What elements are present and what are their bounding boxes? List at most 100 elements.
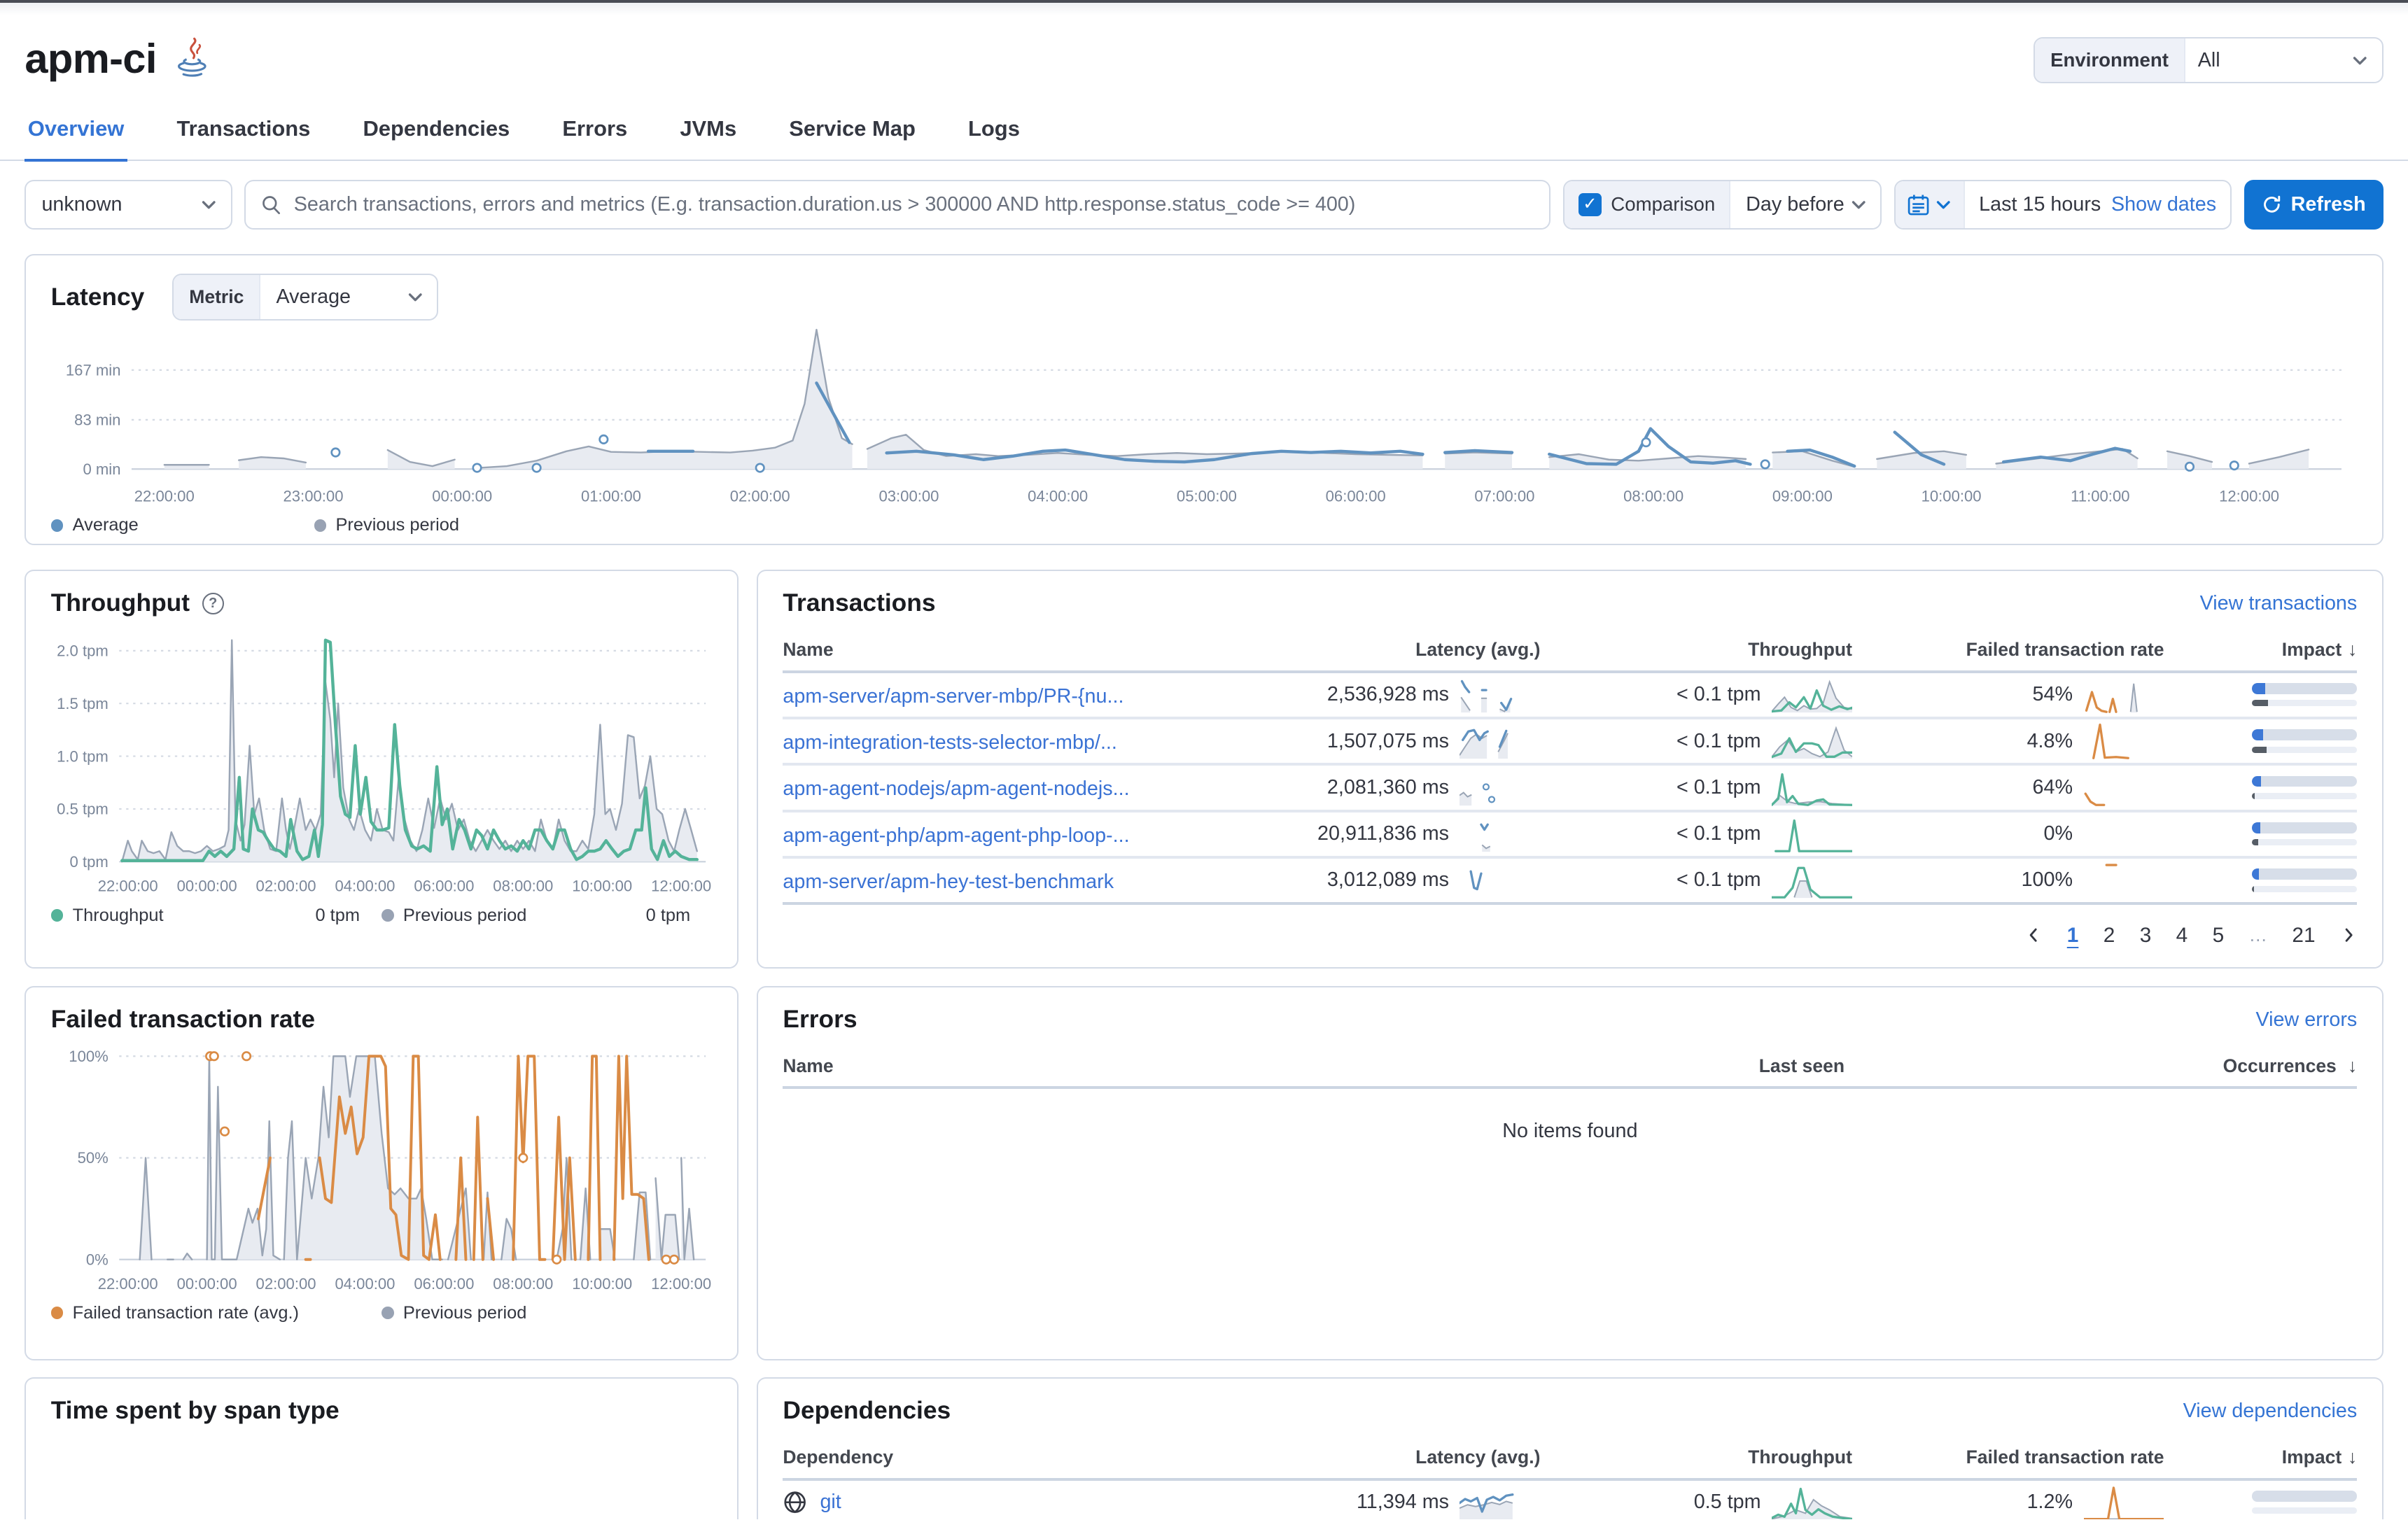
refresh-button[interactable]: Refresh [2244, 180, 2384, 230]
metric-label: Metric [174, 275, 260, 318]
tab-transactions[interactable]: Transactions [174, 107, 314, 160]
legend-dot-icon [382, 909, 394, 922]
svg-text:02:00:00: 02:00:00 [255, 878, 316, 895]
col-impact-sort[interactable]: Impact ↓ [2164, 639, 2357, 661]
latency-sparkline [1460, 721, 1540, 761]
impact-bars [2252, 729, 2357, 752]
legend-dot-icon [314, 519, 327, 532]
failed-rate-chart: 0%50%100%22:00:0000:00:0002:00:0004:00:0… [51, 1034, 715, 1297]
svg-text:12:00:00: 12:00:00 [651, 878, 711, 895]
time-range-value: Last 15 hours [1979, 193, 2101, 216]
legend-item[interactable]: Previous period [314, 515, 578, 535]
throughput-legend: Throughput0 tpmPrevious period0 tpm [51, 906, 712, 926]
svg-text:06:00:00: 06:00:00 [414, 878, 474, 895]
svg-text:0 min: 0 min [83, 460, 120, 478]
svg-text:22:00:00: 22:00:00 [134, 487, 194, 505]
comparison-label: Comparison [1611, 193, 1715, 216]
failed-rate-title: Failed transaction rate [51, 1006, 315, 1034]
date-picker-calendar-button[interactable] [1896, 181, 1965, 228]
show-dates-link[interactable]: Show dates [2111, 193, 2216, 216]
svg-text:83 min: 83 min [74, 411, 120, 428]
page-2[interactable]: 2 [2104, 924, 2115, 948]
table-row: apm-server/apm-hey-test-benchmark 3,012,… [783, 859, 2357, 905]
view-dependencies-link[interactable]: View dependencies [2183, 1400, 2358, 1423]
comparison-select[interactable]: Day before [1730, 193, 1880, 216]
next-page-icon[interactable] [2340, 927, 2357, 943]
latency-metric-select[interactable]: Metric Average [172, 274, 438, 320]
tab-jvms[interactable]: JVMs [677, 107, 740, 160]
metric-value: Average [276, 286, 351, 309]
transaction-link[interactable]: apm-agent-php/apm-agent-php-loop-... [783, 824, 1129, 847]
latency-sparkline [1460, 814, 1540, 854]
tab-dependencies[interactable]: Dependencies [360, 107, 513, 160]
col-name: Name [783, 639, 1228, 661]
view-transactions-link[interactable]: View transactions [2200, 592, 2358, 615]
svg-text:23:00:00: 23:00:00 [283, 487, 343, 505]
tab-logs[interactable]: Logs [965, 107, 1023, 160]
page-5[interactable]: 5 [2213, 924, 2225, 948]
legend-dot-icon [382, 1307, 394, 1319]
transactions-pagination: 12345…21 [783, 924, 2357, 948]
svg-text:00:00:00: 00:00:00 [176, 1275, 237, 1293]
transaction-link[interactable]: apm-server/apm-hey-test-benchmark [783, 871, 1114, 893]
svg-text:12:00:00: 12:00:00 [651, 1275, 711, 1293]
comparison-checkbox[interactable]: ✓ [1578, 193, 1602, 216]
table-row: apm-integration-tests-selector-mbp/... 1… [783, 719, 2357, 766]
legend-item[interactable]: Average [51, 515, 314, 535]
legend-item[interactable]: Previous period0 tpm [382, 906, 712, 926]
svg-text:08:00:00: 08:00:00 [493, 878, 553, 895]
page-1[interactable]: 1 [2067, 924, 2079, 948]
svg-text:02:00:00: 02:00:00 [729, 487, 790, 505]
previous-page-icon[interactable] [2025, 927, 2042, 943]
col-latency: Latency (avg.) [1228, 1447, 1541, 1468]
view-errors-link[interactable]: View errors [2256, 1008, 2358, 1032]
legend-item[interactable]: Throughput0 tpm [51, 906, 382, 926]
tab-service-map[interactable]: Service Map [786, 107, 918, 160]
chevron-down-icon [1849, 195, 1868, 214]
legend-value: 0 tpm [646, 906, 691, 926]
dependency-link[interactable]: git [820, 1491, 841, 1514]
time-range-display[interactable]: Last 15 hours Show dates [1965, 193, 2230, 216]
tabs: Overview Transactions Dependencies Errors JV… [0, 107, 2408, 161]
transaction-type-select[interactable]: unknown [24, 180, 232, 230]
help-icon[interactable]: ? [202, 593, 224, 614]
impact-bars [2252, 683, 2357, 706]
throughput-sparkline [1772, 860, 1852, 900]
transactions-panel: Transactions View transactions Name Late… [757, 570, 2384, 969]
sort-desc-icon: ↓ [2348, 1447, 2357, 1468]
legend-item[interactable]: Previous period [382, 1303, 712, 1323]
transaction-link[interactable]: apm-agent-nodejs/apm-agent-nodejs... [783, 777, 1129, 800]
calendar-icon [1907, 193, 1930, 216]
transaction-link[interactable]: apm-server/apm-server-mbp/PR-{nu... [783, 685, 1124, 708]
col-name: Name [783, 1055, 1758, 1077]
latency-sparkline [1460, 768, 1540, 808]
latency-title: Latency [51, 283, 145, 311]
transaction-link[interactable]: apm-integration-tests-selector-mbp/... [783, 731, 1117, 754]
throughput-sparkline [1772, 768, 1852, 808]
legend-item[interactable]: Failed transaction rate (avg.) [51, 1303, 382, 1323]
table-row: git 11,394 ms 0.5 tpm 1.2% [783, 1481, 2357, 1519]
apm-service-overview-page: apm-ci Environment All OverviewTransacti… [0, 0, 2408, 1519]
col-occurrences-sort[interactable]: Occurrences ↓ [2136, 1055, 2357, 1077]
page-21[interactable]: 21 [2292, 924, 2315, 948]
dependencies-title: Dependencies [783, 1397, 951, 1425]
svg-text:00:00:00: 00:00:00 [176, 878, 237, 895]
failed-rate-panel: Failed transaction rate 0%50%100%22:00:0… [24, 986, 738, 1360]
legend-label: Failed transaction rate (avg.) [73, 1303, 299, 1323]
comparison-toggle[interactable]: ✓ Comparison [1564, 181, 1730, 228]
latency-panel: Latency Metric Average 0 min83 min167 mi… [24, 254, 2383, 545]
environment-select[interactable]: Environment All [2033, 37, 2384, 83]
search-input[interactable] [294, 193, 1534, 216]
latency-legend: AveragePrevious period [51, 515, 2358, 535]
page-3[interactable]: 3 [2140, 924, 2152, 948]
comparison-control: ✓ Comparison Day before [1563, 180, 1882, 230]
search-box [244, 180, 1550, 230]
tab-errors[interactable]: Errors [559, 107, 631, 160]
throughput-panel: Throughput ? 0 tpm0.5 tpm1.0 tpm1.5 tpm2… [24, 570, 738, 969]
transactions-table-body: apm-server/apm-server-mbp/PR-{nu... 2,53… [783, 670, 2357, 906]
page-4[interactable]: 4 [2176, 924, 2188, 948]
col-impact-sort[interactable]: Impact ↓ [2164, 1447, 2357, 1468]
svg-text:11:00:00: 11:00:00 [2071, 487, 2129, 505]
tab-overview[interactable]: Overview [24, 107, 127, 162]
throughput-sparkline [1772, 675, 1852, 715]
